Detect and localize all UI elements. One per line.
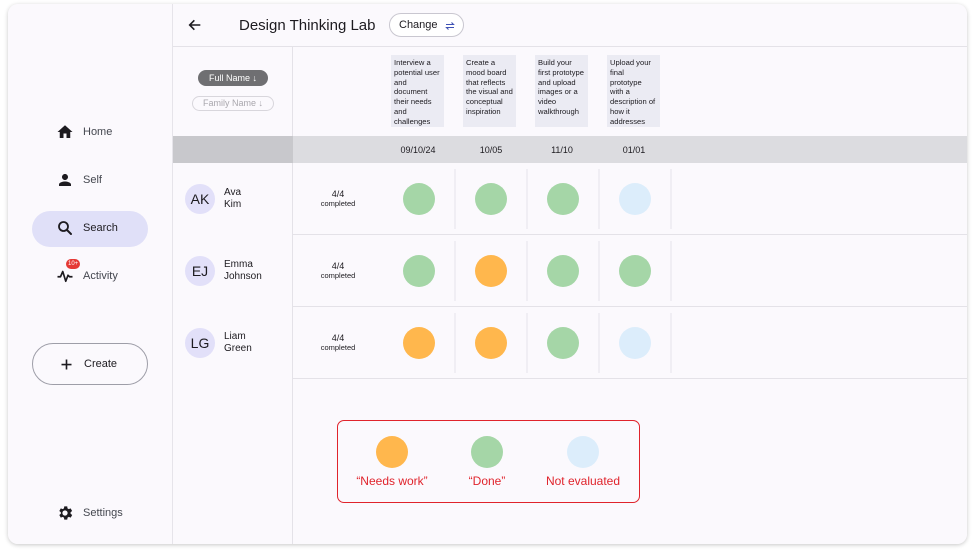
- cell-divider: [454, 313, 456, 373]
- due-date-label: 10/05: [479, 145, 503, 155]
- completion-count: 4/4 completed: [313, 261, 363, 281]
- status-dot[interactable]: [403, 255, 435, 287]
- completion-fraction: 4/4: [331, 189, 345, 199]
- status-dot[interactable]: [619, 327, 651, 359]
- plus-icon: [61, 359, 72, 370]
- legend-done-label: “Done”: [468, 474, 506, 488]
- status-dot[interactable]: [547, 327, 579, 359]
- cell-divider: [670, 241, 672, 301]
- student-first-name: Liam: [224, 331, 246, 342]
- main-content: Design Thinking Lab Change Full Name ↓ F…: [172, 4, 967, 544]
- cell-divider: [670, 169, 672, 229]
- student-last-name: Johnson: [224, 271, 262, 282]
- legend-done-swatch: [471, 436, 503, 468]
- cell-divider: [598, 241, 600, 301]
- create-button[interactable]: Create: [32, 343, 148, 385]
- cell-divider: [526, 313, 528, 373]
- status-dot[interactable]: [619, 255, 651, 287]
- create-button-label: Create: [84, 358, 118, 370]
- cell-divider: [598, 313, 600, 373]
- completion-fraction: 4/4: [331, 333, 345, 343]
- completion-count: 4/4 completed: [313, 189, 363, 209]
- sidebar-item-label: Activity: [83, 270, 118, 282]
- cell-divider: [526, 241, 528, 301]
- completion-text: completed: [320, 199, 356, 208]
- task-card[interactable]: Create a mood board that reflects the vi…: [463, 55, 516, 127]
- sidebar: Home Self Search 10+ Activity Create Set…: [8, 4, 172, 544]
- cell-divider: [454, 241, 456, 301]
- person-icon: [59, 174, 71, 186]
- status-dot[interactable]: [475, 255, 507, 287]
- sidebar-item-self[interactable]: Self: [32, 163, 148, 199]
- task-card[interactable]: Upload your final prototype with a descr…: [607, 55, 660, 127]
- student-name[interactable]: Liam Green: [224, 331, 284, 355]
- completion-count: 4/4 completed: [313, 333, 363, 353]
- date-bar-name-section: [173, 136, 293, 163]
- avatar: EJ: [185, 256, 215, 286]
- change-button-label: Change: [399, 19, 438, 31]
- sidebar-item-home[interactable]: Home: [32, 115, 148, 151]
- task-card[interactable]: Build your first prototype and upload im…: [535, 55, 588, 127]
- cell-divider: [598, 169, 600, 229]
- sidebar-item-label: Search: [83, 222, 118, 234]
- gear-icon: [59, 506, 73, 520]
- completion-fraction: 4/4: [331, 261, 345, 271]
- student-first-name: Ava: [224, 187, 242, 198]
- legend-needs-work-label: “Needs work”: [356, 474, 428, 488]
- legend-not-evaluated-label: Not evaluated: [545, 474, 621, 488]
- student-first-name: Emma: [224, 259, 253, 270]
- cell-divider: [526, 169, 528, 229]
- status-dot[interactable]: [475, 183, 507, 215]
- cell-divider: [454, 169, 456, 229]
- home-icon: [57, 125, 73, 138]
- back-arrow-icon[interactable]: [187, 17, 203, 33]
- table-row: LG Liam Green 4/4 completed: [173, 307, 967, 379]
- sidebar-item-activity[interactable]: 10+ Activity: [32, 259, 148, 295]
- completion-text: completed: [320, 271, 356, 280]
- completion-text: completed: [320, 343, 356, 352]
- page-title: Design Thinking Lab: [239, 17, 376, 34]
- activity-icon: [57, 270, 73, 283]
- status-dot[interactable]: [403, 183, 435, 215]
- sidebar-item-search[interactable]: Search: [32, 211, 148, 247]
- search-icon: [58, 221, 72, 235]
- app-window: Home Self Search 10+ Activity Create Set…: [8, 4, 967, 544]
- cell-divider: [670, 313, 672, 373]
- change-button[interactable]: Change: [389, 13, 464, 37]
- status-dot[interactable]: [547, 183, 579, 215]
- table-row: AK Ava Kim 4/4 completed: [173, 163, 967, 235]
- task-card[interactable]: Interview a potential user and document …: [391, 55, 444, 127]
- sidebar-item-settings[interactable]: Settings: [32, 496, 148, 532]
- due-date-bar: 09/10/24 10/05 11/10 01/01: [173, 136, 967, 163]
- sidebar-item-label: Settings: [83, 507, 123, 519]
- legend-not-evaluated-swatch: [567, 436, 599, 468]
- sort-family-name-button[interactable]: Family Name ↓: [192, 96, 274, 111]
- sidebar-item-label: Home: [83, 126, 113, 138]
- row-divider: [293, 378, 967, 379]
- sort-full-name-button[interactable]: Full Name ↓: [198, 70, 268, 86]
- status-legend: “Needs work” “Done” Not evaluated: [337, 420, 640, 503]
- status-dot[interactable]: [475, 327, 507, 359]
- student-name[interactable]: Emma Johnson: [224, 259, 284, 283]
- swap-icon: [445, 22, 455, 30]
- student-last-name: Kim: [224, 199, 242, 210]
- status-dot[interactable]: [619, 183, 651, 215]
- due-date-label: 01/01: [622, 145, 646, 155]
- student-last-name: Green: [224, 343, 252, 354]
- due-date-label: 09/10/24: [400, 145, 436, 155]
- status-dot[interactable]: [403, 327, 435, 359]
- sidebar-item-label: Self: [83, 174, 102, 186]
- table-row: EJ Emma Johnson 4/4 completed: [173, 235, 967, 307]
- avatar: LG: [185, 328, 215, 358]
- student-name[interactable]: Ava Kim: [224, 187, 284, 211]
- due-date-label: 11/10: [551, 145, 573, 155]
- legend-needs-work-swatch: [376, 436, 408, 468]
- notification-badge: 10+: [66, 259, 81, 269]
- avatar: AK: [185, 184, 215, 214]
- status-dot[interactable]: [547, 255, 579, 287]
